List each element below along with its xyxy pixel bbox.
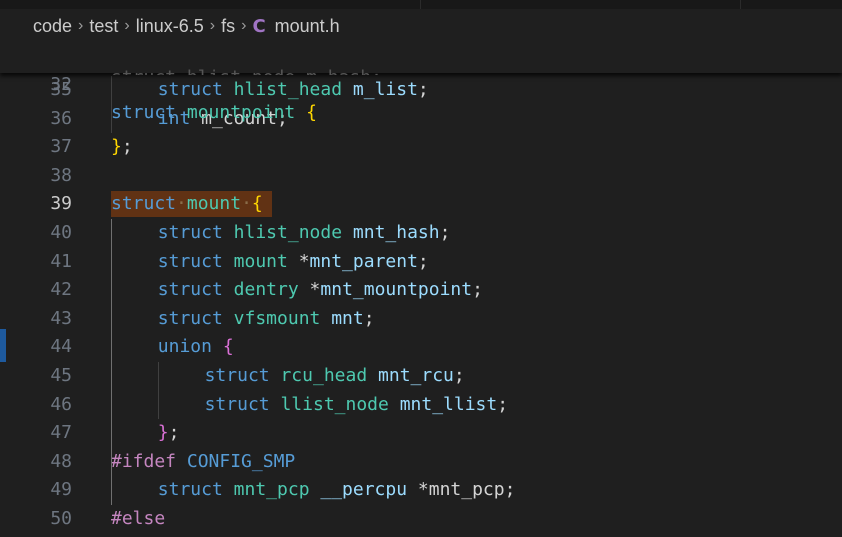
chevron-right-icon: › — [78, 17, 84, 34]
indent-guide — [111, 219, 112, 505]
code-line[interactable]: 40 struct hlist_node mnt_hash; — [0, 219, 842, 247]
code-text: struct dentry *mnt_mountpoint; — [157, 279, 483, 301]
line-number: 43 — [50, 307, 72, 329]
code-line[interactable]: 43 struct vfsmount mnt; — [0, 305, 842, 333]
code-text: #ifdef CONFIG_SMP — [111, 450, 296, 472]
sticky-scroll-header[interactable]: 32 struct mountpoint { struct hlist_node… — [0, 43, 842, 123]
code-line[interactable]: 46 struct llist_node mnt_llist; — [0, 391, 842, 419]
code-text: }; — [111, 136, 133, 158]
line-number: 38 — [50, 164, 72, 186]
code-line[interactable]: 41 struct mount *mnt_parent; — [0, 248, 842, 276]
code-line[interactable]: 48 #ifdef CONFIG_SMP — [0, 448, 842, 476]
code-text: }; — [157, 422, 180, 444]
tab-separator — [420, 0, 421, 9]
code-text: struct llist_node mnt_llist; — [204, 393, 509, 415]
code-text: struct mnt_pcp __percpu *mnt_pcp; — [157, 479, 516, 501]
code-line[interactable]: 38 — [0, 162, 842, 190]
line-number: 44 — [50, 336, 72, 358]
chevron-right-icon: › — [209, 17, 216, 34]
tab-strip — [0, 0, 842, 9]
line-number: 40 — [50, 222, 72, 243]
code-text: union { — [157, 336, 234, 358]
breadcrumb-item-fs[interactable]: fs — [221, 16, 235, 37]
sticky-code: struct mountpoint { — [111, 102, 317, 123]
breadcrumb-item-code[interactable]: code — [33, 16, 72, 37]
code-line[interactable]: 42 struct dentry *mnt_mountpoint; — [0, 276, 842, 304]
code-text: struct hlist_node mnt_hash; — [157, 222, 451, 243]
breadcrumb-item-test[interactable]: test — [89, 16, 118, 37]
breadcrumb: code › test › linux-6.5 › fs › C mount.h — [0, 9, 842, 43]
code-line[interactable]: 39 struct·mount·{ — [0, 190, 842, 218]
code-text: struct mount *mnt_parent; — [157, 250, 429, 272]
code-line[interactable]: 49 struct mnt_pcp __percpu *mnt_pcp; — [0, 476, 842, 504]
code-text: struct rcu_head mnt_rcu; — [204, 365, 465, 386]
code-text: struct·mount·{ — [111, 193, 263, 215]
line-number: 46 — [50, 393, 72, 415]
code-text: struct vfsmount mnt; — [157, 307, 375, 329]
indent-guide — [158, 362, 159, 420]
line-number: 39 — [50, 193, 72, 215]
chevron-right-icon: › — [124, 17, 130, 34]
line-number: 49 — [50, 479, 72, 501]
c-file-icon: C — [252, 15, 266, 37]
breadcrumb-item-file[interactable]: mount.h — [275, 16, 340, 37]
code-line[interactable]: 50 #else — [0, 505, 842, 533]
code-editor[interactable]: 32 struct mountpoint { struct hlist_node… — [0, 43, 842, 537]
partially-hidden-line: struct hlist_node m_hash; — [111, 67, 441, 75]
line-number: 32 — [50, 74, 72, 95]
code-line[interactable]: 47}; — [0, 419, 842, 447]
line-number: 48 — [50, 450, 72, 472]
line-number: 50 — [50, 508, 72, 529]
code-line[interactable]: 44 union { — [0, 333, 842, 361]
tab-separator — [740, 0, 741, 9]
code-text: #else — [111, 508, 166, 529]
code-line[interactable]: 37}; — [0, 133, 842, 161]
code-line[interactable]: 45 struct rcu_head mnt_rcu; — [0, 362, 842, 390]
line-number: 42 — [50, 279, 72, 301]
scrollbar-marker[interactable] — [0, 329, 6, 362]
line-number: 41 — [50, 250, 72, 272]
line-number: 45 — [50, 365, 72, 386]
breadcrumb-item-linux[interactable]: linux-6.5 — [136, 16, 204, 37]
chevron-right-icon: › — [241, 17, 247, 34]
line-number: 47 — [50, 422, 72, 444]
